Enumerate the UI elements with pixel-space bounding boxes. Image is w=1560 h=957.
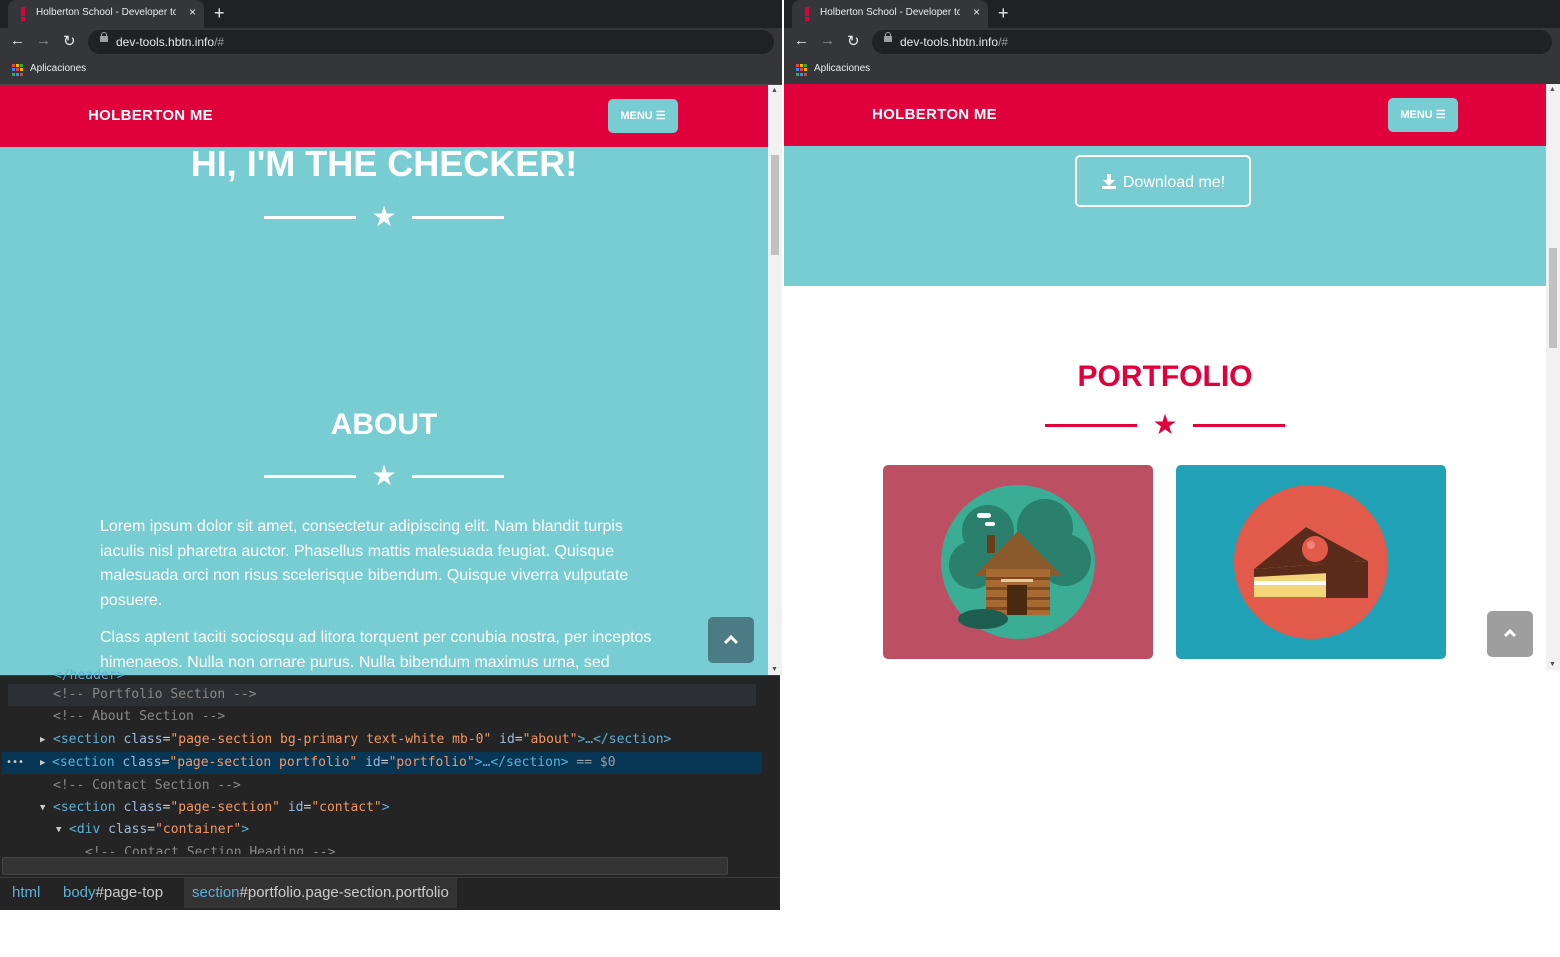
address-bar[interactable]: dev-tools.hbtn.info/#: [88, 30, 774, 54]
menu-button[interactable]: MENU ☰: [1388, 98, 1458, 132]
browser-toolbar: ← → ↻ dev-tools.hbtn.info/#: [0, 28, 782, 56]
collapse-triangle-icon[interactable]: ▼: [56, 819, 61, 841]
star-icon: ★: [371, 460, 397, 491]
site-brand[interactable]: HOLBERTON ME: [872, 106, 997, 123]
dom-line-about-comment[interactable]: <!-- About Section -->: [53, 706, 762, 728]
breadcrumb-html[interactable]: html: [4, 878, 48, 908]
dom-line-contact-heading-comment[interactable]: <!-- Contact Section Heading -->: [85, 842, 762, 854]
page-scrollbar[interactable]: ▲ ▼: [768, 85, 782, 675]
collapse-triangle-icon[interactable]: ▼: [40, 797, 45, 819]
dom-line-portfolio-section[interactable]: ••• ▶ <section class="page-section portfo…: [2, 752, 762, 774]
about-heading: ABOUT: [330, 408, 438, 441]
bookmarks-bar: Aplicaciones: [784, 56, 1560, 85]
about-divider: ★: [264, 460, 504, 491]
more-dots-icon[interactable]: •••: [6, 752, 24, 774]
apps-grid-icon[interactable]: [12, 64, 24, 76]
browser-tab[interactable]: Holberton School - Developer to ×: [792, 0, 988, 28]
holberton-favicon-icon: [21, 7, 25, 21]
star-icon: ★: [1152, 409, 1178, 440]
scroll-up-arrow-icon[interactable]: ▲: [1549, 86, 1556, 93]
apps-grid-icon[interactable]: [796, 64, 808, 76]
divider-line: [1045, 424, 1137, 427]
tab-title: Holberton School - Developer to: [36, 7, 176, 18]
menu-button[interactable]: MENU ☰: [608, 99, 678, 133]
dom-line-about-section[interactable]: ▶ <section class="page-section bg-primary…: [40, 729, 762, 751]
portfolio-item-cake[interactable]: [1176, 465, 1446, 659]
lock-icon: [100, 32, 108, 42]
divider-line: [264, 475, 356, 478]
back-arrow-icon[interactable]: ←: [10, 32, 25, 49]
apps-bookmark[interactable]: Aplicaciones: [814, 63, 870, 74]
url-text: dev-tools.hbtn.info/#: [116, 35, 225, 49]
forward-arrow-icon[interactable]: →: [820, 32, 835, 49]
star-icon: ★: [371, 201, 397, 232]
scroll-up-arrow-icon[interactable]: ▲: [771, 87, 778, 94]
expand-triangle-icon[interactable]: ▶: [40, 729, 45, 751]
site-brand[interactable]: HOLBERTON ME: [88, 107, 213, 124]
breadcrumb-body[interactable]: body#page-top: [55, 878, 171, 908]
download-label: Download me!: [1122, 174, 1226, 191]
portfolio-divider: ★: [1045, 409, 1285, 440]
breadcrumb-section-portfolio[interactable]: section#portfolio.page-section.portfolio: [184, 878, 457, 908]
scroll-down-arrow-icon[interactable]: ▼: [771, 666, 778, 673]
site-navbar: HOLBERTON ME MENU ☰: [0, 85, 768, 147]
cake-slice-icon: [1234, 485, 1388, 639]
dom-line-portfolio-comment[interactable]: <!-- Portfolio Section -->: [8, 684, 756, 706]
hero-heading: HI, I'M THE CHECKER!: [190, 143, 578, 184]
left-browser-window: Holberton School - Developer to × + ← → …: [0, 0, 782, 675]
scrollbar-thumb[interactable]: [771, 155, 779, 255]
download-icon: [1101, 174, 1116, 189]
browser-toolbar: ← → ↻ dev-tools.hbtn.info/#: [784, 28, 1560, 56]
back-arrow-icon[interactable]: ←: [794, 32, 809, 49]
tab-strip: Holberton School - Developer to × +: [784, 0, 1560, 28]
url-text: dev-tools.hbtn.info/#: [900, 35, 1009, 49]
tab-close-icon[interactable]: ×: [189, 5, 196, 19]
lock-icon: [884, 32, 892, 42]
devtools-horizontal-scrollbar[interactable]: [2, 857, 728, 875]
bookmarks-bar: Aplicaciones: [0, 56, 782, 85]
forward-arrow-icon[interactable]: →: [36, 32, 51, 49]
divider-line: [1193, 424, 1285, 427]
reload-icon[interactable]: ↻: [847, 32, 860, 50]
address-bar[interactable]: dev-tools.hbtn.info/#: [872, 30, 1552, 54]
page-scrollbar[interactable]: ▲ ▼: [1546, 84, 1560, 670]
chevron-up-icon: [1503, 628, 1517, 638]
holberton-favicon-icon: [805, 7, 809, 21]
scrollbar-thumb[interactable]: [1549, 248, 1557, 348]
scroll-to-top-button[interactable]: [708, 617, 754, 663]
scroll-down-arrow-icon[interactable]: ▼: [1549, 661, 1556, 668]
tab-close-icon[interactable]: ×: [973, 5, 980, 19]
dom-line-contact-section[interactable]: ▼ <section class="page-section" id="conta…: [40, 797, 762, 819]
divider-line: [412, 216, 504, 219]
divider-line: [412, 475, 504, 478]
devtools-elements-panel: </header> <!-- Portfolio Section --> <!-…: [0, 668, 780, 910]
page-viewport: HOLBERTON ME MENU ☰ HI, I'M THE CHECKER!…: [0, 85, 768, 675]
cabin-icon: [941, 485, 1095, 639]
tab-title: Holberton School - Developer to: [820, 7, 960, 18]
hero-divider: ★: [264, 201, 504, 232]
chevron-up-icon: [723, 634, 739, 645]
site-navbar: HOLBERTON ME MENU ☰: [784, 84, 1546, 146]
reload-icon[interactable]: ↻: [63, 32, 76, 50]
new-tab-button[interactable]: +: [214, 3, 225, 24]
download-button[interactable]: Download me!: [1075, 155, 1251, 207]
portfolio-heading: PORTFOLIO: [1077, 360, 1253, 393]
portfolio-item-cabin[interactable]: [883, 465, 1153, 659]
dom-breadcrumb: html body#page-top section#portfolio.pag…: [0, 877, 780, 908]
dom-line-contact-comment[interactable]: <!-- Contact Section -->: [53, 775, 762, 797]
scroll-to-top-button[interactable]: [1487, 611, 1533, 657]
tab-strip: Holberton School - Developer to × +: [0, 0, 782, 28]
divider-line: [264, 216, 356, 219]
expand-triangle-icon[interactable]: ▶: [40, 752, 45, 774]
browser-tab[interactable]: Holberton School - Developer to ×: [8, 0, 204, 28]
right-browser-window: Holberton School - Developer to × + ← → …: [784, 0, 1560, 670]
apps-bookmark[interactable]: Aplicaciones: [30, 63, 86, 74]
new-tab-button[interactable]: +: [998, 3, 1009, 24]
about-paragraph-1: Lorem ipsum dolor sit amet, consectetur …: [100, 518, 629, 609]
dom-line-container-div[interactable]: ▼ <div class="container">: [56, 819, 762, 841]
page-viewport: HOLBERTON ME MENU ☰ Download me! PORTFOL…: [784, 84, 1546, 670]
